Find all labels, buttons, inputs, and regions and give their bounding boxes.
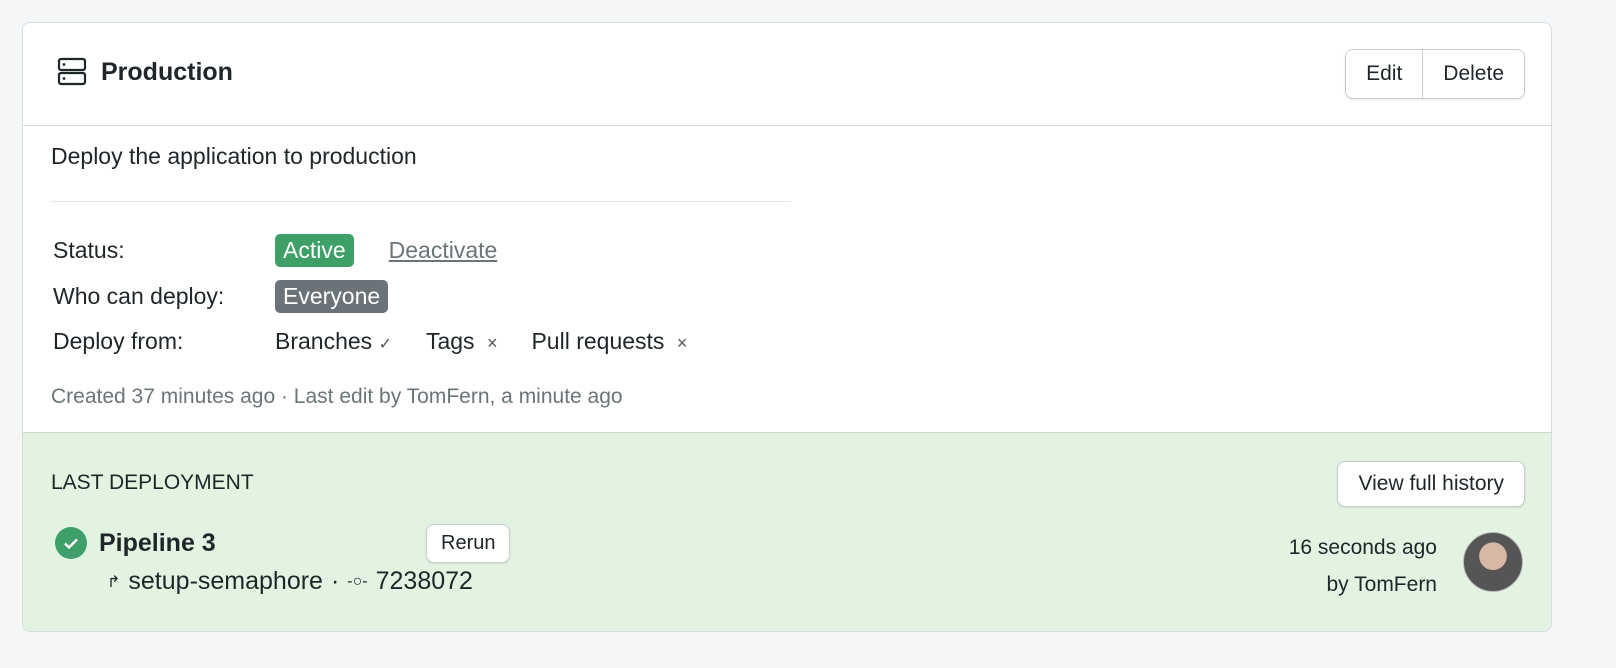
card-header: Production Edit Delete bbox=[23, 23, 1551, 126]
who-badge: Everyone bbox=[275, 280, 389, 313]
separator: · bbox=[330, 567, 340, 595]
from-label: Deploy from: bbox=[53, 328, 184, 354]
deploy-author: by TomFern bbox=[1326, 573, 1438, 596]
divider bbox=[51, 201, 791, 202]
from-pull-requests: Pull requests × bbox=[531, 328, 687, 355]
edit-button[interactable]: Edit bbox=[1346, 50, 1423, 98]
branch-icon: ↱ bbox=[107, 573, 121, 591]
who-row: Who can deploy: Everyone bbox=[53, 280, 389, 313]
view-history-button[interactable]: View full history bbox=[1337, 461, 1525, 507]
from-item-label: Branches bbox=[275, 328, 373, 354]
pipeline-link[interactable]: Pipeline 3 bbox=[99, 529, 216, 558]
success-check-icon bbox=[55, 527, 87, 559]
who-label: Who can deploy: bbox=[53, 283, 225, 309]
check-icon: ✓ bbox=[378, 336, 392, 353]
title-text: Production bbox=[101, 57, 233, 86]
deploy-time: 16 seconds ago bbox=[1288, 536, 1437, 559]
commit-sha[interactable]: 7238072 bbox=[376, 567, 473, 596]
commit-icon: -○- bbox=[347, 572, 368, 590]
avatar bbox=[1463, 532, 1523, 592]
deploy-from-row: Deploy from: Branches ✓ Tags × Pull requ… bbox=[53, 328, 687, 355]
header-actions: Edit Delete bbox=[1345, 49, 1525, 99]
from-tags: Tags × bbox=[426, 328, 498, 355]
deactivate-link[interactable]: Deactivate bbox=[389, 237, 498, 264]
from-branches: Branches ✓ bbox=[275, 328, 392, 355]
last-deployment-section: LAST DEPLOYMENT View full history Pipeli… bbox=[23, 432, 1551, 631]
server-icon bbox=[57, 57, 87, 86]
deployment-target-card: Production Edit Delete Deploy the applic… bbox=[22, 22, 1552, 632]
page-title: Production bbox=[57, 57, 233, 87]
status-badge: Active bbox=[275, 234, 354, 267]
rerun-button[interactable]: Rerun bbox=[426, 524, 511, 563]
from-item-label: Pull requests bbox=[531, 328, 665, 354]
x-icon: × bbox=[676, 333, 688, 353]
from-item-label: Tags bbox=[425, 328, 475, 354]
meta-info: Created 37 minutes ago · Last edit by To… bbox=[51, 385, 623, 408]
delete-button[interactable]: Delete bbox=[1422, 50, 1524, 98]
description: Deploy the application to production bbox=[51, 143, 417, 169]
status-row: Status: Active Deactivate bbox=[53, 234, 497, 267]
branch-name[interactable]: setup-semaphore bbox=[128, 567, 323, 596]
x-icon: × bbox=[486, 333, 498, 353]
section-heading: LAST DEPLOYMENT bbox=[51, 471, 254, 494]
status-label: Status: bbox=[53, 237, 125, 263]
